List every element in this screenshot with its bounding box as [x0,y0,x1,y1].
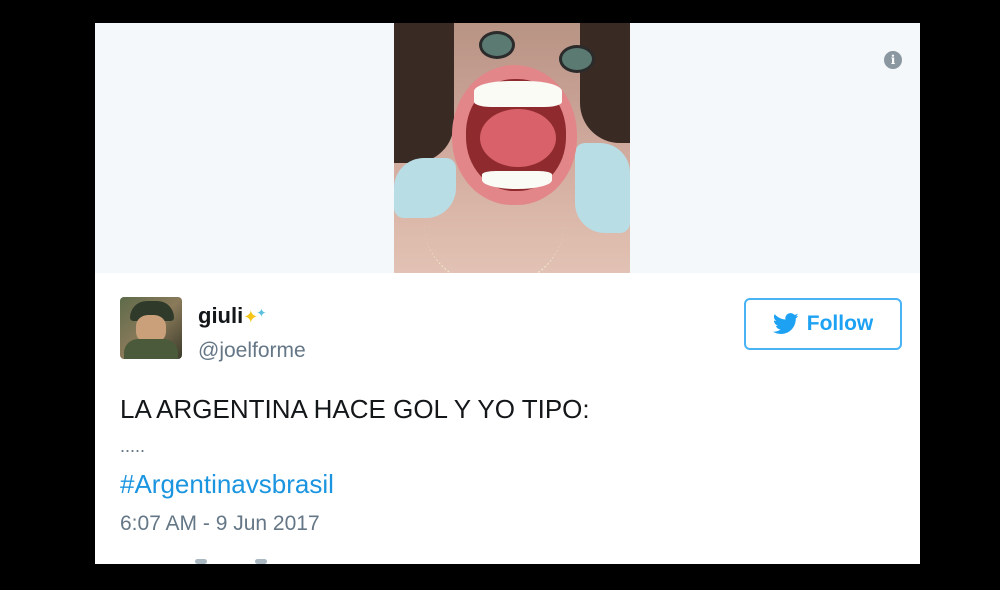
media-image[interactable] [394,23,630,273]
hashtag-link[interactable]: #Argentinavsbrasil [120,469,334,500]
follow-button[interactable]: Follow [744,298,902,350]
info-icon[interactable]: i [884,51,902,69]
follow-button-label: Follow [806,312,874,335]
username[interactable]: @joelforme [198,339,306,363]
tweet-media[interactable]: i [95,23,920,273]
twitter-bird-icon [772,313,799,334]
tweet-text: LA ARGENTINA HACE GOL Y YO TIPO: [120,394,590,424]
tweet-ellipsis: ..... [120,436,146,456]
tweet-actions [195,555,395,564]
tweet-timestamp[interactable]: 6:07 AM - 9 Jun 2017 [120,512,320,536]
retweet-icon[interactable] [255,559,267,564]
display-name-text: giuli [198,303,244,328]
display-name[interactable]: giuli✦✦ [198,303,268,329]
tweet-card: i giuli✦✦ @joelforme Follow LA ARGENTINA… [95,23,920,564]
like-icon[interactable] [195,559,207,564]
avatar[interactable] [120,297,182,359]
sparkles-small-icon: ✦ [256,306,267,320]
